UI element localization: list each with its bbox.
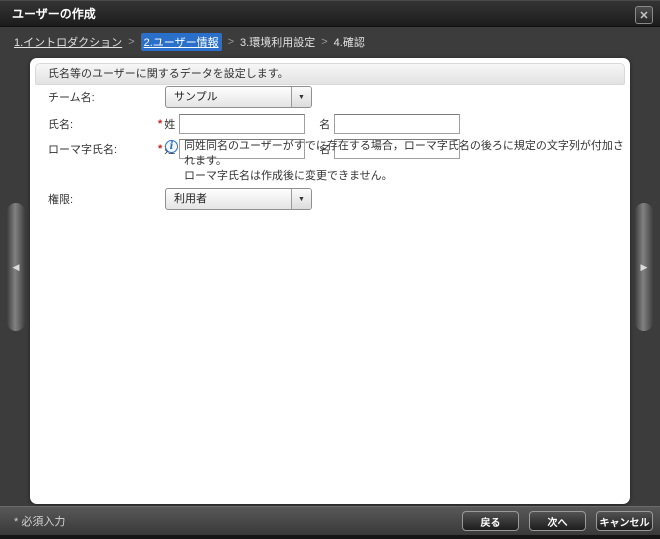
first-name-sublabel: 名 bbox=[319, 119, 331, 131]
chevron-down-icon: ▼ bbox=[291, 87, 311, 107]
wizard-step-user-info[interactable]: 2.ユーザー情報 bbox=[140, 33, 222, 51]
roman-name-label: ローマ字氏名: bbox=[48, 144, 118, 156]
info-note-line1: 同姓同名のユーザーがすでに存在する場合，ローマ字氏名の後ろに規定の文字列が付加さ… bbox=[184, 139, 624, 167]
dialog-title: ユーザーの作成 bbox=[12, 7, 96, 21]
team-name-label: チーム名: bbox=[48, 92, 95, 104]
name-row: 氏名: * 姓 名 bbox=[30, 114, 630, 134]
footer-bar: * 必須入力 戻る 次へ キャンセル bbox=[0, 506, 660, 535]
permission-row: 権限: 利用者 ▼ bbox=[30, 188, 630, 210]
chevron-down-icon: ▼ bbox=[291, 189, 311, 209]
cancel-button[interactable]: キャンセル bbox=[596, 511, 653, 531]
window-bottom-edge bbox=[0, 535, 660, 539]
required-mark: * bbox=[158, 143, 163, 155]
close-button[interactable]: ✕ bbox=[635, 6, 653, 24]
name-label: 氏名: bbox=[48, 119, 74, 131]
chevron-right-icon: ▶ bbox=[640, 261, 648, 272]
last-name-sublabel: 姓 bbox=[164, 119, 176, 131]
wizard-step-confirm: 4.確認 bbox=[333, 37, 365, 49]
wizard-step-introduction[interactable]: 1.イントロダクション bbox=[14, 34, 122, 50]
first-name-input[interactable] bbox=[334, 114, 461, 134]
chevron-left-icon: ◀ bbox=[12, 261, 20, 272]
titlebar: ユーザーの作成 ✕ bbox=[0, 0, 660, 27]
content-panel: 氏名等のユーザーに関するデータを設定します。 チーム名: サンプル ▼ 氏名: … bbox=[30, 58, 630, 504]
next-page-arrow[interactable]: ▶ bbox=[635, 203, 653, 331]
team-name-selected-value: サンプル bbox=[174, 91, 218, 103]
permission-selected-value: 利用者 bbox=[174, 193, 207, 205]
info-icon: i bbox=[165, 139, 178, 153]
back-button[interactable]: 戻る bbox=[462, 511, 519, 531]
create-user-dialog: ユーザーの作成 ✕ 1.イントロダクション > 2.ユーザー情報 > 3.環境利… bbox=[0, 0, 660, 539]
team-name-row: チーム名: サンプル ▼ bbox=[30, 86, 630, 108]
required-mark: * bbox=[158, 118, 163, 130]
team-name-select[interactable]: サンプル ▼ bbox=[165, 86, 312, 108]
breadcrumb-separator: > bbox=[321, 36, 328, 48]
permission-select[interactable]: 利用者 ▼ bbox=[165, 188, 312, 210]
close-icon: ✕ bbox=[639, 9, 649, 22]
required-note: * 必須入力 bbox=[14, 516, 66, 528]
permission-label: 権限: bbox=[48, 194, 74, 206]
next-button[interactable]: 次へ bbox=[529, 511, 586, 531]
prev-page-arrow[interactable]: ◀ bbox=[7, 203, 25, 331]
panel-description: 氏名等のユーザーに関するデータを設定します。 bbox=[35, 63, 625, 85]
info-note-line2: ローマ字氏名は作成後に変更できません。 bbox=[184, 169, 393, 182]
wizard-step-env-settings: 3.環境利用設定 bbox=[240, 37, 316, 49]
breadcrumb-separator: > bbox=[128, 36, 135, 48]
wizard-steps: 1.イントロダクション > 2.ユーザー情報 > 3.環境利用設定 > 4.確認 bbox=[14, 33, 646, 51]
last-name-input[interactable] bbox=[179, 114, 306, 134]
breadcrumb-separator: > bbox=[227, 36, 235, 48]
